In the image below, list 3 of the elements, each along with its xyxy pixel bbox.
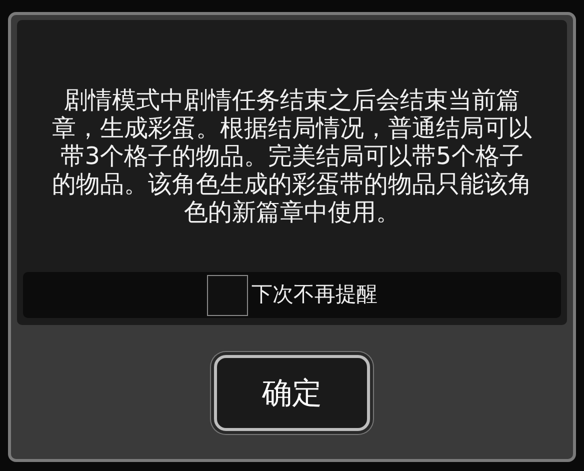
message-text: 剧情模式中剧情任务结束之后会结束当前篇章，生成彩蛋。根据结局情况，普通结局可以带3个格子的物品。完美结局可以带5个格子的物品。该角色生成的彩蛋带的物品只能该角色的新篇章中使用。	[51, 86, 533, 226]
checkbox[interactable]	[206, 274, 248, 316]
checkbox-label[interactable]: 下次不再提醒	[252, 279, 378, 311]
